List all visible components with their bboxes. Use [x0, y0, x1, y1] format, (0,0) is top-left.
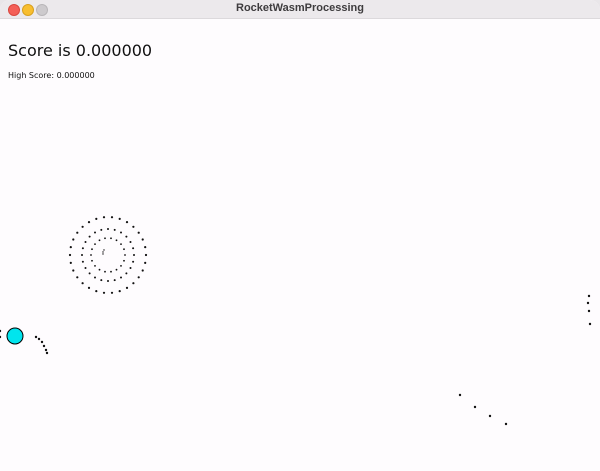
ring-dot [76, 276, 79, 279]
ring-dot [91, 259, 93, 262]
ring-dot [91, 248, 93, 251]
ring-dot [100, 279, 103, 282]
ring-dot [118, 290, 121, 293]
trail-dot [473, 405, 477, 409]
ring-dot [84, 241, 87, 243]
ring-dot [76, 231, 79, 234]
ring-dot [137, 231, 140, 234]
trail-dot [587, 309, 591, 313]
ring-dot [88, 272, 91, 275]
ring-dot [104, 237, 106, 240]
trail-dot [504, 422, 508, 426]
ring-dot [125, 221, 129, 224]
ring-dot [102, 251, 104, 253]
title-bar: RocketWasmProcessing [0, 0, 600, 19]
ring-dot [113, 279, 116, 282]
ring-dot [94, 265, 96, 267]
trail-dot [42, 344, 46, 348]
ring-dot [110, 237, 112, 240]
ring-dot [110, 291, 114, 294]
ring-dot [118, 217, 121, 220]
ring-dot [69, 246, 72, 249]
ring-dot [102, 216, 106, 219]
ring-dot [90, 254, 92, 256]
ring-dot [120, 231, 122, 234]
ring-dot [98, 239, 101, 242]
app-window: RocketWasmProcessing Score is 0.000000 H… [0, 0, 600, 471]
window-title: RocketWasmProcessing [236, 2, 364, 14]
trail-dot [37, 337, 41, 341]
ring-dot [102, 291, 106, 294]
ring-dot [88, 235, 91, 238]
ring-dot [125, 235, 128, 238]
ring-dot [120, 276, 122, 279]
ring-dot [98, 268, 101, 271]
ring-dot [81, 225, 84, 228]
trail-dot [588, 322, 592, 326]
ring-dot [120, 243, 122, 246]
ring-dot [125, 272, 128, 275]
ring-dot [94, 276, 96, 279]
trail-dot [44, 348, 48, 352]
ring-dot [69, 261, 72, 264]
trail-dot [0, 329, 2, 333]
trail-dot [0, 335, 2, 339]
ring-dot [141, 269, 144, 272]
ring-dot [95, 217, 98, 220]
ring-dot [110, 270, 112, 273]
ring-dot [68, 253, 72, 257]
ring-dot [81, 254, 83, 256]
ring-dot [87, 221, 91, 224]
game-scene [0, 216, 592, 426]
ring-dot [113, 228, 116, 231]
ring-dot [132, 247, 135, 250]
ring-dot [87, 286, 91, 289]
planet-rings [68, 216, 148, 294]
game-canvas[interactable]: Score is 0.000000 High Score: 0.000000 [0, 19, 600, 471]
trail-dot [488, 414, 492, 418]
ring-dot [115, 239, 118, 242]
ring-dot [81, 247, 84, 250]
ring-dot [94, 231, 96, 234]
ring-dot [124, 254, 126, 256]
ring-dot [137, 276, 140, 279]
trail-dot [34, 335, 38, 339]
ring-dot [104, 270, 106, 273]
ring-dot [129, 267, 132, 269]
ring-dot [107, 280, 109, 282]
ring-dot [132, 282, 135, 285]
ring-dot [144, 253, 148, 257]
asteroid-trails [0, 294, 592, 426]
ring-dot [100, 228, 103, 231]
ring-dot [144, 261, 147, 264]
ring-dot [72, 269, 75, 272]
ring-dot [133, 254, 135, 256]
ring-dot [115, 268, 118, 271]
rocket-player[interactable] [6, 327, 24, 345]
ring-dot [123, 248, 125, 251]
ring-dot [132, 225, 135, 228]
ring-dot [144, 246, 147, 249]
ring-dot [120, 265, 122, 267]
trail-dot [40, 340, 44, 344]
ring-dot [102, 253, 104, 255]
ring-dot [72, 238, 75, 241]
ring-dot [103, 249, 105, 251]
trail-dot [586, 301, 590, 305]
ring-dot [94, 243, 96, 246]
ring-dot [110, 216, 114, 219]
ring-dot [81, 282, 84, 285]
ring-dot [81, 260, 84, 263]
ring-dot [129, 241, 132, 243]
ring-dot [95, 290, 98, 293]
ring-dot [132, 260, 135, 263]
trail-dot [45, 351, 49, 355]
ring-dot [84, 267, 87, 269]
ring-dot [123, 259, 125, 262]
ring-dot [141, 238, 144, 241]
trail-dot [587, 294, 591, 298]
trail-dot [458, 393, 462, 397]
ring-dot [125, 286, 129, 289]
ring-dot [107, 228, 109, 230]
